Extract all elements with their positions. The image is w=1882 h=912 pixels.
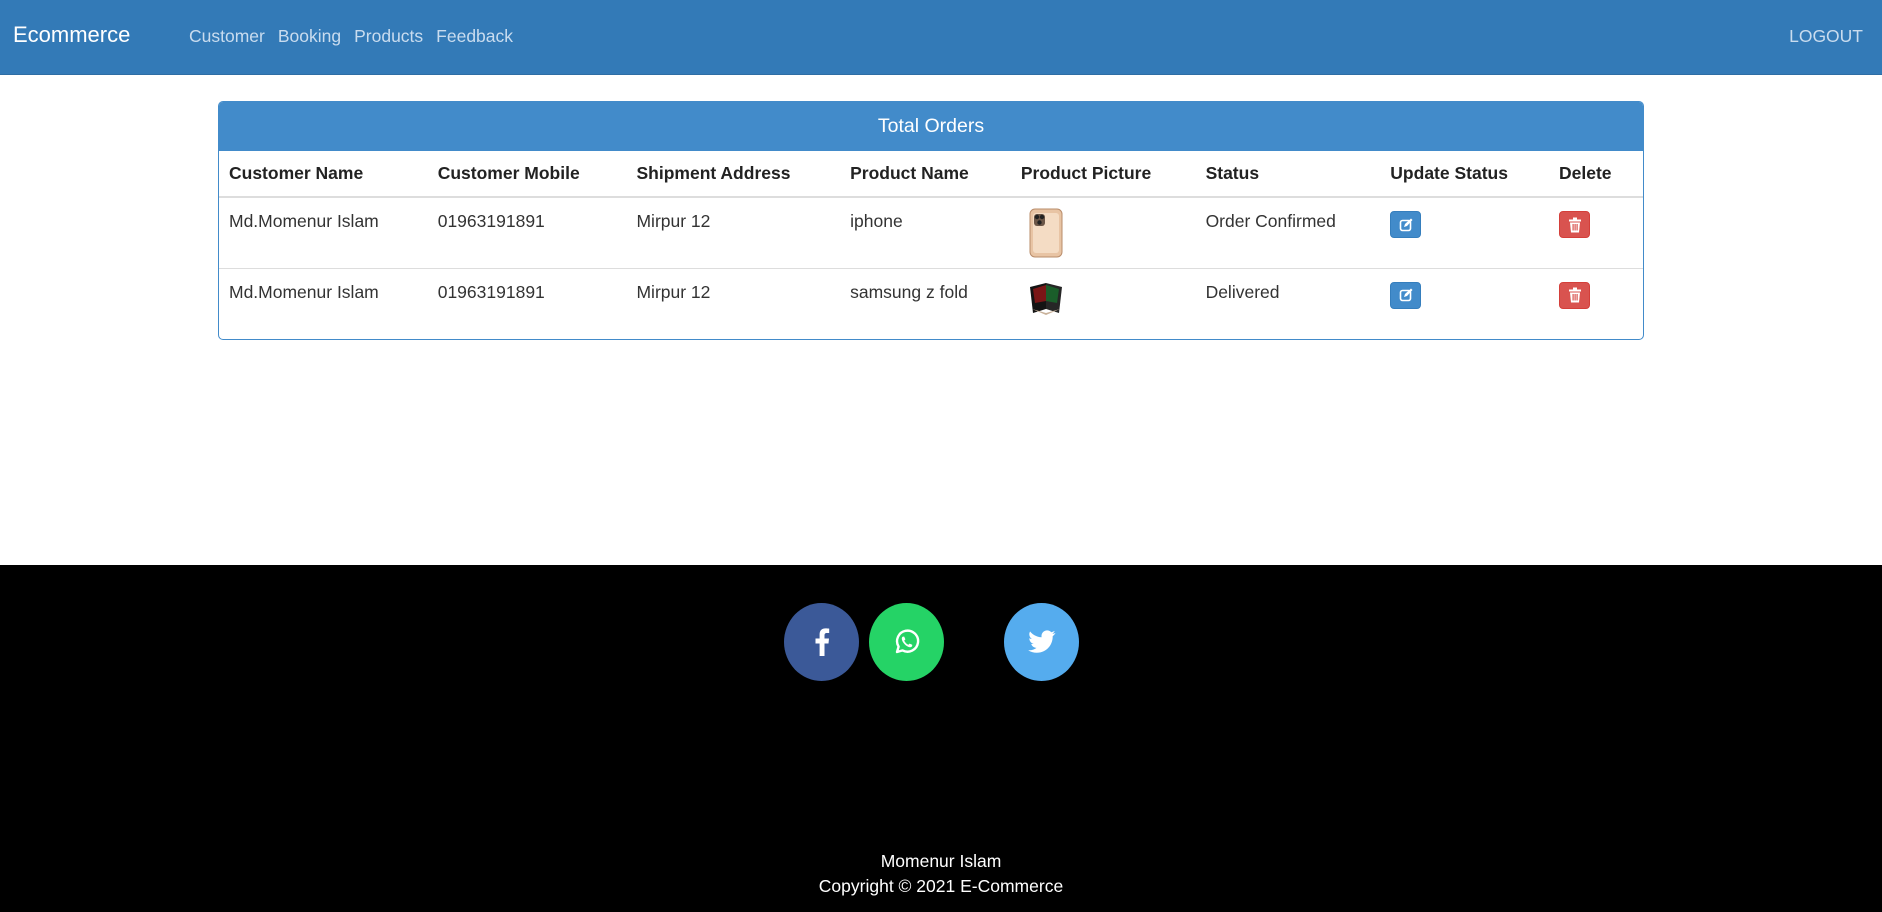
logout-link[interactable]: LOGOUT: [1789, 26, 1863, 47]
cell-product-name: samsung z fold: [850, 281, 968, 302]
nav-link-customer[interactable]: Customer: [189, 26, 265, 47]
cell-shipment-address: Mirpur 12: [636, 281, 711, 302]
update-status-button[interactable]: [1390, 211, 1422, 238]
cell-product-picture: [1011, 268, 1196, 339]
table-row: Md.Momenur Islam 01963191891 Mirpur 12 i…: [219, 197, 1643, 269]
facebook-icon: [815, 628, 829, 656]
facebook-button[interactable]: [784, 603, 859, 681]
column-header-shipment-address: Shipment Address: [626, 151, 841, 198]
column-header-customer-name: Customer Name: [219, 151, 428, 198]
trash-icon: [1568, 217, 1581, 232]
column-header-update-status: Update Status: [1380, 151, 1550, 198]
column-header-delete: Delete: [1549, 151, 1643, 198]
column-header-customer-mobile: Customer Mobile: [427, 151, 627, 198]
nav-link-products[interactable]: Products: [354, 26, 423, 47]
orders-table: Customer Name Customer Mobile Shipment A…: [219, 151, 1643, 339]
panel-title: Total Orders: [219, 102, 1643, 151]
cell-product-picture: [1010, 197, 1196, 269]
cell-update-status: [1380, 268, 1549, 339]
cell-customer-mobile: 01963191891: [437, 281, 545, 302]
update-status-button[interactable]: [1390, 281, 1422, 309]
cell-update-status: [1380, 197, 1550, 269]
cell-delete: [1549, 197, 1643, 269]
column-header-product-name: Product Name: [840, 151, 1011, 198]
nav-link-feedback[interactable]: Feedback: [436, 26, 513, 47]
whatsapp-icon: [895, 629, 919, 654]
whatsapp-button[interactable]: [869, 603, 944, 681]
iphone-thumbnail: [1029, 208, 1063, 258]
cell-customer-name: Md.Momenur Islam: [229, 281, 379, 302]
trash-icon: [1568, 287, 1581, 303]
column-header-product-picture: Product Picture: [1010, 151, 1196, 198]
cell-customer-name: Md.Momenur Islam: [219, 197, 428, 269]
nav-menu: Customer Booking Products Feedback: [189, 26, 513, 47]
navbar: Ecommerce Customer Booking Products Feed…: [0, 0, 1882, 75]
cell-status: Delivered: [1205, 281, 1280, 302]
twitter-button[interactable]: [1004, 603, 1079, 681]
footer: Momenur Islam Copyright © 2021 E-Commerc…: [0, 565, 1882, 912]
edit-icon: [1399, 218, 1413, 231]
footer-copyright: Copyright © 2021 E-Commerce: [818, 876, 1064, 896]
cell-customer-mobile: 01963191891: [427, 197, 627, 269]
brand-logo[interactable]: Ecommerce: [13, 22, 130, 48]
orders-panel: Total Orders Customer Name Customer Mobi…: [218, 101, 1644, 340]
nav-link-booking[interactable]: Booking: [278, 26, 341, 47]
cell-shipment-address: Mirpur 12: [626, 197, 841, 269]
cell-product-name: iphone: [840, 197, 1011, 269]
cell-status: Order Confirmed: [1195, 197, 1381, 269]
cell-delete: [1549, 268, 1643, 339]
column-header-status: Status: [1195, 151, 1381, 198]
delete-button[interactable]: [1559, 211, 1591, 238]
footer-author: Momenur Islam: [880, 851, 1002, 871]
edit-icon: [1399, 288, 1413, 302]
table-row: Md.Momenur Islam 01963191891 Mirpur 12 s…: [219, 268, 1643, 339]
twitter-icon: [1027, 630, 1055, 653]
table-header-row: Customer Name Customer Mobile Shipment A…: [219, 151, 1643, 198]
delete-button[interactable]: [1559, 281, 1591, 309]
samsung-fold-thumbnail: [1029, 282, 1062, 315]
